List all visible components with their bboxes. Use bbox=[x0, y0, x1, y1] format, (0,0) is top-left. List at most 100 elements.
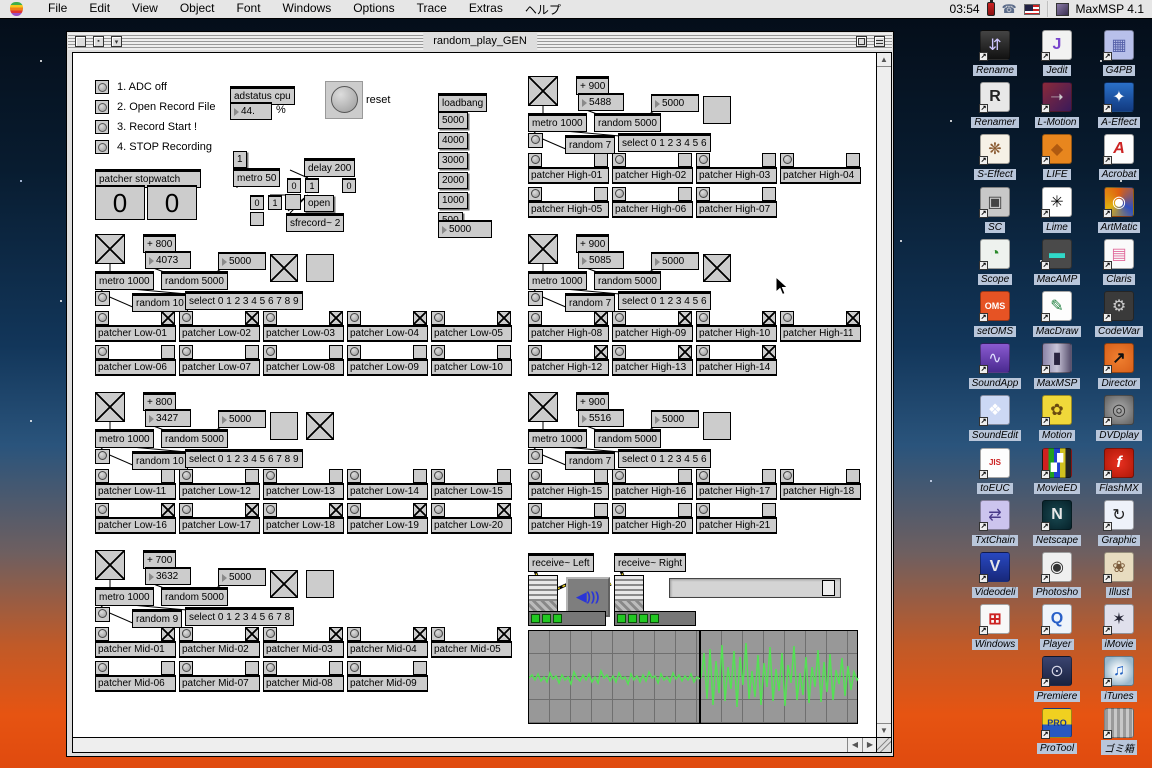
windowshade-button[interactable] bbox=[874, 36, 885, 47]
patcher-object[interactable]: patcher Mid-03 bbox=[263, 641, 344, 658]
desktop-icon-label[interactable]: Photosho bbox=[1032, 586, 1082, 598]
patcher-object[interactable]: patcher Low-13 bbox=[263, 483, 344, 500]
metro-object[interactable]: metro 1000 bbox=[528, 113, 587, 132]
desktop-icon-label[interactable]: ProTool bbox=[1036, 743, 1078, 755]
desktop-icon-image[interactable]: ◎ ↗ bbox=[1103, 395, 1134, 427]
bang-button[interactable] bbox=[263, 469, 277, 483]
close-button[interactable] bbox=[75, 36, 86, 47]
desktop-icon-image[interactable]: J ↗ bbox=[1041, 30, 1072, 61]
patcher-object[interactable]: patcher Low-10 bbox=[431, 359, 512, 376]
bang-button[interactable] bbox=[528, 345, 542, 359]
patcher-object[interactable]: patcher Low-16 bbox=[95, 517, 176, 534]
desktop-icon-image[interactable]: ▤ ↗ bbox=[1103, 238, 1134, 270]
toggle-box[interactable] bbox=[762, 153, 776, 167]
desktop-icon[interactable]: ⇵ ↗ Rename bbox=[965, 30, 1025, 82]
patcher-object[interactable]: patcher High-21 bbox=[696, 517, 777, 534]
bang-button[interactable] bbox=[179, 469, 193, 483]
horizontal-scrollbar[interactable]: ◀ ▶ bbox=[72, 737, 878, 753]
time-message-box[interactable]: 3000 bbox=[438, 152, 469, 169]
menu-item[interactable]: File bbox=[37, 1, 78, 18]
desktop-icon-label[interactable]: Scope bbox=[977, 273, 1013, 285]
checkbox[interactable] bbox=[95, 120, 109, 134]
bang-button[interactable] bbox=[95, 607, 110, 622]
battery-icon[interactable] bbox=[986, 0, 995, 16]
offset-number-box[interactable]: 5488 bbox=[578, 93, 624, 111]
offset-number-box[interactable]: 3427 bbox=[145, 409, 191, 427]
desktop-icon-label[interactable]: Jedit bbox=[1043, 65, 1071, 76]
desktop-icon-label[interactable]: ArtMatic bbox=[1097, 221, 1141, 233]
toggle-box[interactable] bbox=[678, 187, 692, 201]
loadbang-object[interactable]: loadbang bbox=[438, 93, 488, 112]
desktop-icon-image[interactable]: JIS ↗ bbox=[979, 447, 1010, 479]
bang-button[interactable] bbox=[696, 153, 710, 167]
patcher-object[interactable]: patcher Low-03 bbox=[263, 325, 344, 342]
desktop-icon[interactable]: ▞ ↗ MovieED bbox=[1027, 447, 1087, 500]
menu-item[interactable]: Extras bbox=[458, 1, 514, 18]
desktop-icon-image[interactable]: ✿ ↗ bbox=[1041, 395, 1072, 427]
patcher-object[interactable]: patcher High-09 bbox=[612, 325, 693, 342]
desktop-icon[interactable]: ▮ ↗ MaxMSP bbox=[1027, 343, 1087, 395]
desktop-icon[interactable]: ▣ ↗ SC bbox=[965, 186, 1025, 239]
desktop-icon-label[interactable]: MacDraw bbox=[1032, 325, 1082, 337]
desktop-icon[interactable]: ↗ ↗ Director bbox=[1089, 343, 1149, 395]
desktop-icon-label[interactable]: CodeWar bbox=[1094, 325, 1144, 337]
bang-button[interactable] bbox=[95, 661, 109, 675]
menu-item[interactable]: ヘルプ bbox=[514, 1, 572, 18]
desktop-icon-label[interactable]: A-Effect bbox=[1098, 117, 1140, 129]
desktop-icon[interactable]: JIS ↗ toEUC bbox=[965, 447, 1025, 500]
bang-button[interactable] bbox=[431, 627, 445, 641]
desktop-icon-label[interactable]: Renamer bbox=[971, 117, 1019, 129]
desktop-icon[interactable]: Q ↗ Player bbox=[1027, 604, 1087, 656]
mode-button[interactable]: ▾ bbox=[111, 36, 122, 47]
bang-button[interactable] bbox=[347, 345, 361, 359]
desktop-icon-image[interactable]: OMS ↗ bbox=[979, 290, 1010, 322]
desktop-icon[interactable]: ⊙ ↗ Premiere bbox=[1027, 656, 1087, 708]
patcher-object[interactable]: patcher High-03 bbox=[696, 167, 777, 184]
bang-button[interactable] bbox=[612, 503, 626, 517]
desktop-icon[interactable]: ⚙ ↗ CodeWar bbox=[1089, 290, 1149, 343]
patcher-object[interactable]: patcher High-08 bbox=[528, 325, 609, 342]
scroll-right-arrow[interactable]: ▶ bbox=[862, 738, 877, 752]
group-toggle[interactable] bbox=[528, 234, 558, 264]
select-object[interactable]: select 0 1 2 3 4 5 6 bbox=[618, 291, 711, 310]
toggle-box[interactable] bbox=[594, 187, 608, 201]
desktop-icon-image[interactable]: ⇄ ↗ bbox=[979, 499, 1010, 531]
title-bar[interactable]: ▪ ▾ random_play_GEN bbox=[68, 33, 892, 50]
toggle-box[interactable] bbox=[497, 469, 511, 483]
bang-button[interactable] bbox=[528, 187, 542, 201]
patcher-object[interactable]: patcher High-16 bbox=[612, 483, 693, 500]
desktop-icon-image[interactable]: R ↗ bbox=[979, 82, 1010, 114]
random-small-object[interactable]: random 9 bbox=[132, 609, 183, 628]
bang-button[interactable] bbox=[528, 153, 542, 167]
bang-button[interactable] bbox=[347, 469, 361, 483]
toggle-box[interactable] bbox=[306, 570, 334, 598]
desktop-icon-image[interactable]: ⊞ ↗ bbox=[979, 604, 1010, 636]
desktop-icon-image[interactable]: ∿ ↗ bbox=[979, 343, 1010, 375]
bang-button[interactable] bbox=[95, 469, 109, 483]
bang-button[interactable] bbox=[179, 661, 193, 675]
metro-object[interactable]: metro 1000 bbox=[528, 271, 587, 290]
bang-button[interactable] bbox=[696, 503, 710, 517]
patcher-object[interactable]: patcher Low-05 bbox=[431, 325, 512, 342]
desktop-icon[interactable]: ✳ ↗ Lime bbox=[1027, 186, 1087, 239]
patcher-object[interactable]: patcher Low-08 bbox=[263, 359, 344, 376]
toggle-number[interactable]: 0 bbox=[342, 178, 356, 193]
patcher-object[interactable]: patcher High-05 bbox=[528, 201, 609, 218]
select-object[interactable]: select 0 1 2 3 4 5 6 7 8 9 bbox=[185, 449, 303, 468]
toggle-box[interactable] bbox=[413, 311, 427, 325]
bang-button[interactable] bbox=[780, 469, 794, 483]
patcher-object[interactable]: patcher High-01 bbox=[528, 167, 609, 184]
desktop-icon-label[interactable]: Netscape bbox=[1032, 534, 1082, 546]
desktop-icon[interactable]: ◉ ↗ ArtMatic bbox=[1089, 186, 1149, 239]
toggle-box[interactable] bbox=[846, 311, 860, 325]
desktop-icon-image[interactable]: ▞ ↗ bbox=[1041, 447, 1072, 479]
interval-number-box[interactable]: 5000 bbox=[651, 94, 699, 112]
desktop-icon[interactable]: N ↗ Netscape bbox=[1027, 499, 1087, 552]
desktop-icon-label[interactable]: Windows bbox=[971, 639, 1019, 651]
message-box[interactable]: 1 bbox=[233, 151, 247, 168]
patcher-object[interactable]: patcher Low-15 bbox=[431, 483, 512, 500]
bang-button[interactable] bbox=[528, 503, 542, 517]
resize-grow-box[interactable] bbox=[876, 737, 892, 753]
interval-number-box[interactable]: 5000 bbox=[218, 410, 266, 428]
desktop-icon-image[interactable]: ↻ ↗ bbox=[1103, 499, 1134, 531]
